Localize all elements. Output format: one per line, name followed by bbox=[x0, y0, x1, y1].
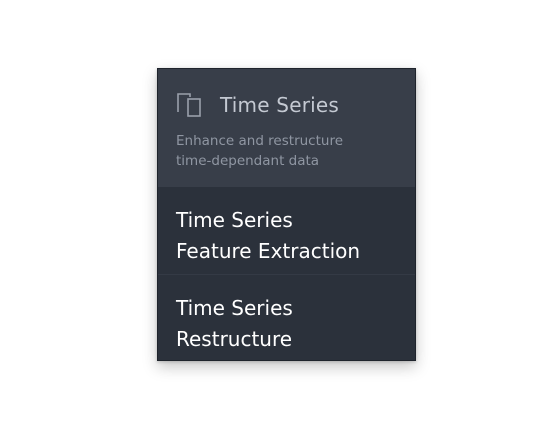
menu-description: Enhance and restructure time-dependant d… bbox=[176, 133, 344, 169]
time-series-menu: Time Series Enhance and restructure time… bbox=[157, 68, 416, 361]
menu-header-row: Time Series bbox=[176, 89, 397, 121]
menu-header: Time Series Enhance and restructure time… bbox=[158, 69, 415, 187]
menu-title: Time Series bbox=[220, 93, 340, 117]
menu-item-restructure[interactable]: Time Series Restructure bbox=[158, 274, 415, 360]
menu-item-feature-extraction[interactable]: Time Series Feature Extraction bbox=[158, 187, 415, 274]
copy-icon bbox=[176, 91, 206, 119]
stage: Time Series Enhance and restructure time… bbox=[0, 0, 550, 430]
